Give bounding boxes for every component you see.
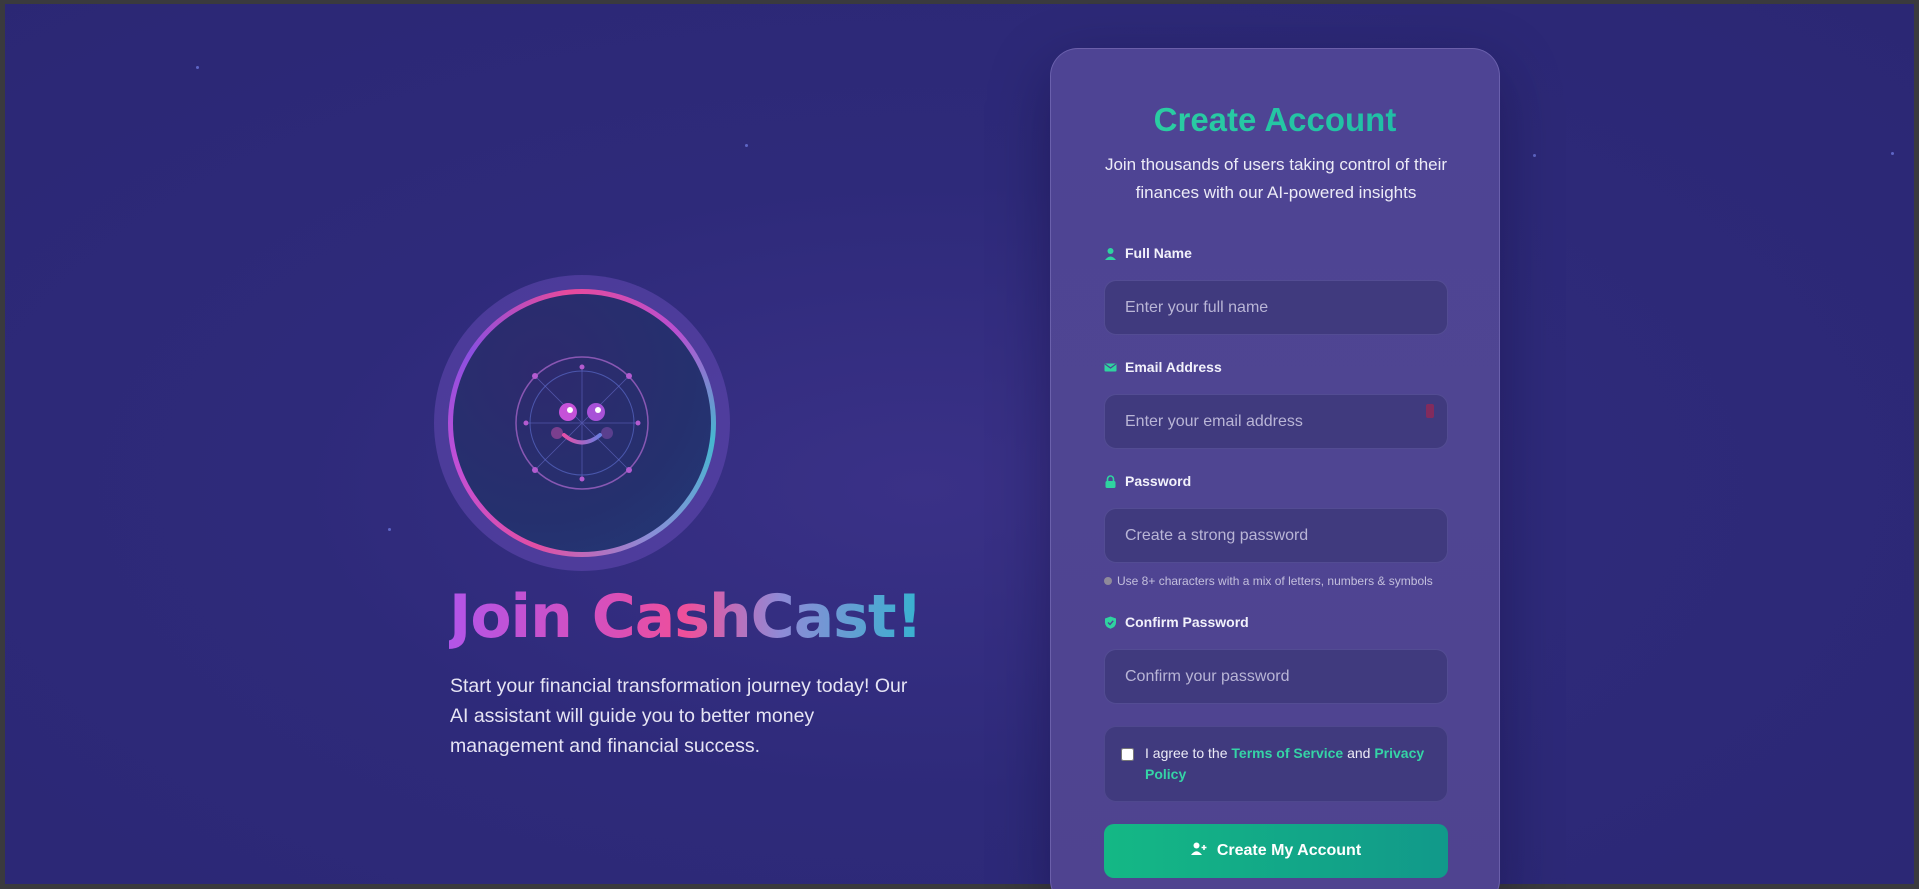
email-label: Email Address — [1104, 359, 1222, 375]
star-dot — [388, 528, 391, 531]
terms-box: I agree to the Terms of Service and Priv… — [1104, 726, 1448, 802]
user-plus-icon — [1190, 842, 1207, 861]
create-account-button[interactable]: Create My Account — [1104, 824, 1448, 878]
star-dot — [745, 144, 748, 147]
confirm-password-input[interactable] — [1104, 649, 1448, 704]
password-input[interactable] — [1104, 508, 1448, 563]
create-account-button-label: Create My Account — [1216, 842, 1362, 859]
signup-card: Create Account Join thousands of users t… — [1050, 48, 1500, 889]
terms-of-service-link[interactable]: Terms of Service — [1231, 745, 1343, 761]
user-icon — [1104, 247, 1117, 260]
email-label-text: Email Address — [1125, 359, 1222, 375]
star-dot — [1891, 152, 1894, 155]
star-dot — [1533, 154, 1536, 157]
hero-description: Start your financial transformation jour… — [450, 675, 908, 757]
smiley-face-icon — [515, 356, 649, 490]
full-name-input[interactable] — [1104, 280, 1448, 335]
email-input[interactable] — [1104, 394, 1448, 449]
password-hint: Use 8+ characters with a mix of letters,… — [1104, 574, 1433, 588]
terms-prefix: I agree to the — [1145, 745, 1228, 761]
password-label: Password — [1104, 473, 1191, 489]
confirm-password-label: Confirm Password — [1104, 614, 1249, 630]
full-name-label-text: Full Name — [1125, 245, 1192, 261]
lock-icon — [1104, 474, 1117, 488]
terms-text: I agree to the Terms of Service and Priv… — [1145, 743, 1435, 785]
card-subtitle: Join thousands of users taking control o… — [1104, 155, 1448, 202]
card-title: Create Account — [1051, 101, 1499, 139]
email-field-wrap — [1104, 394, 1448, 449]
shield-check-icon — [1104, 616, 1117, 629]
hero-title: Join CashCast! — [449, 582, 923, 652]
mascot-face — [453, 294, 711, 552]
password-label-text: Password — [1125, 473, 1192, 489]
autofill-icon[interactable] — [1426, 404, 1434, 418]
mascot-avatar — [448, 289, 716, 557]
envelope-icon — [1104, 361, 1117, 374]
full-name-label: Full Name — [1104, 245, 1192, 261]
star-dot — [196, 66, 199, 69]
confirm-password-label-text: Confirm Password — [1125, 614, 1249, 630]
password-hint-text: Use 8+ characters with a mix of letters,… — [1117, 574, 1433, 588]
info-icon — [1104, 577, 1112, 585]
terms-checkbox[interactable] — [1121, 748, 1134, 761]
page-background — [5, 4, 1914, 884]
terms-and: and — [1347, 745, 1371, 761]
